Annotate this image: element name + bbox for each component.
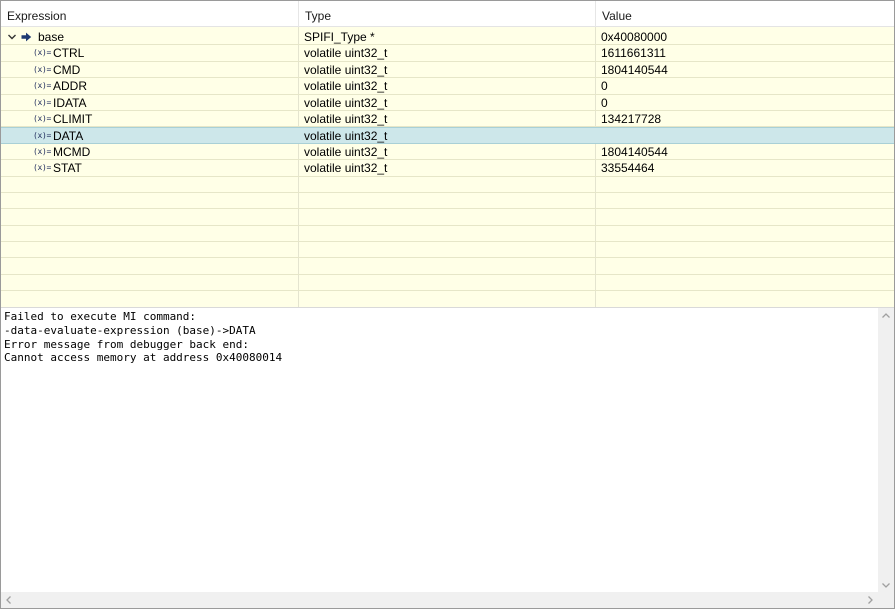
expression-name: DATA: [53, 129, 84, 144]
table-row-addr[interactable]: (x)= ADDR volatile uint32_t 0: [1, 78, 894, 95]
expression-cell: (x)= CTRL: [1, 45, 298, 61]
column-header-expression[interactable]: Expression: [1, 1, 298, 27]
pointer-arrow-icon: [21, 32, 32, 42]
error-message: Failed to execute MI command: -data-evalu…: [4, 310, 874, 365]
scroll-right-icon[interactable]: [862, 592, 878, 608]
expression-name: MCMD: [53, 144, 91, 159]
type-cell: volatile uint32_t: [304, 95, 388, 110]
value-cell[interactable]: 0x40080000: [601, 29, 891, 45]
empty-row: [1, 226, 894, 243]
expression-name: ADDR: [53, 79, 88, 94]
table-row-climit[interactable]: (x)= CLIMIT volatile uint32_t 134217728: [1, 111, 894, 128]
scroll-left-icon[interactable]: [1, 592, 17, 608]
expression-cell: (x)= ADDR: [1, 78, 298, 94]
column-header-type[interactable]: Type: [299, 1, 595, 27]
empty-row: [1, 193, 894, 210]
expression-name: IDATA: [53, 95, 87, 110]
scroll-down-icon[interactable]: [878, 577, 894, 593]
variable-icon: (x)=: [33, 146, 52, 156]
table-row-base[interactable]: base SPIFI_Type * 0x40080000: [1, 29, 894, 46]
variable-icon: (x)=: [33, 163, 52, 173]
empty-row: [1, 177, 894, 193]
variable-icon: (x)=: [33, 113, 52, 123]
table-row-mcmd[interactable]: (x)= MCMD volatile uint32_t 1804140544: [1, 144, 894, 161]
scroll-up-icon[interactable]: [878, 308, 894, 324]
empty-row: [1, 275, 894, 292]
value-cell[interactable]: 1804140544: [601, 144, 891, 160]
type-cell: SPIFI_Type *: [304, 30, 375, 44]
type-cell: volatile uint32_t: [304, 62, 388, 77]
expression-cell: (x)= MCMD: [1, 144, 298, 160]
type-cell: volatile uint32_t: [304, 144, 388, 159]
type-cell: volatile uint32_t: [304, 161, 388, 176]
value-cell[interactable]: 1804140544: [601, 62, 891, 78]
expression-name: base: [38, 30, 65, 44]
table-row-idata[interactable]: (x)= IDATA volatile uint32_t 0: [1, 95, 894, 111]
table-row-stat[interactable]: (x)= STAT volatile uint32_t 33554464: [1, 160, 894, 177]
detail-line: Failed to execute MI command:: [4, 310, 197, 323]
chevron-down-icon[interactable]: [7, 32, 17, 42]
expression-name: CLIMIT: [53, 111, 93, 126]
table-body: base SPIFI_Type * 0x40080000 (x)= CTRL v…: [1, 29, 894, 307]
variable-icon: (x)=: [33, 81, 52, 91]
detail-line: -data-evaluate-expression (base)->DATA: [4, 323, 256, 337]
variable-icon: (x)=: [33, 48, 52, 58]
empty-row: [1, 258, 894, 275]
type-cell: volatile uint32_t: [304, 79, 388, 94]
type-cell: volatile uint32_t: [304, 129, 388, 144]
table-row-ctrl[interactable]: (x)= CTRL volatile uint32_t 1611661311: [1, 45, 894, 62]
expression-cell: (x)= DATA: [1, 128, 298, 144]
table-header: Expression Type Value: [1, 1, 894, 27]
expression-name: STAT: [53, 161, 82, 176]
expression-cell: (x)= IDATA: [1, 95, 298, 111]
type-cell: volatile uint32_t: [304, 111, 388, 126]
vertical-scrollbar[interactable]: [878, 308, 894, 593]
table-row-cmd[interactable]: (x)= CMD volatile uint32_t 1804140544: [1, 62, 894, 79]
expressions-view: Expression Type Value base SPIFI_Type * …: [0, 0, 895, 609]
empty-row: [1, 291, 894, 307]
detail-line: Error message from debugger back end:: [4, 337, 250, 351]
column-header-value[interactable]: Value: [596, 1, 894, 27]
expression-cell: base: [1, 29, 298, 45]
value-cell[interactable]: 134217728: [601, 111, 891, 127]
variable-icon: (x)=: [33, 64, 52, 74]
variable-icon: (x)=: [33, 131, 52, 141]
expression-name: CTRL: [53, 46, 85, 61]
horizontal-scrollbar[interactable]: [1, 592, 878, 608]
expression-cell: (x)= CMD: [1, 62, 298, 78]
value-cell[interactable]: 0: [601, 95, 891, 111]
value-cell[interactable]: 0: [601, 78, 891, 94]
variable-icon: (x)=: [33, 97, 52, 107]
detail-pane[interactable]: Failed to execute MI command: -data-evalu…: [1, 307, 894, 608]
table-row-data[interactable]: (x)= DATA volatile uint32_t: [1, 127, 894, 144]
scrollbar-corner: [878, 592, 894, 608]
empty-row: [1, 209, 894, 226]
value-cell[interactable]: [601, 128, 891, 144]
expression-cell: (x)= CLIMIT: [1, 111, 298, 127]
type-cell: volatile uint32_t: [304, 46, 388, 61]
empty-row: [1, 242, 894, 259]
expression-name: CMD: [53, 62, 81, 77]
detail-line: Cannot access memory at address 0x400800…: [4, 351, 283, 365]
value-cell[interactable]: 33554464: [601, 160, 891, 176]
value-cell[interactable]: 1611661311: [601, 45, 891, 61]
expression-cell: (x)= STAT: [1, 160, 298, 176]
expressions-table: Expression Type Value base SPIFI_Type * …: [1, 1, 894, 307]
